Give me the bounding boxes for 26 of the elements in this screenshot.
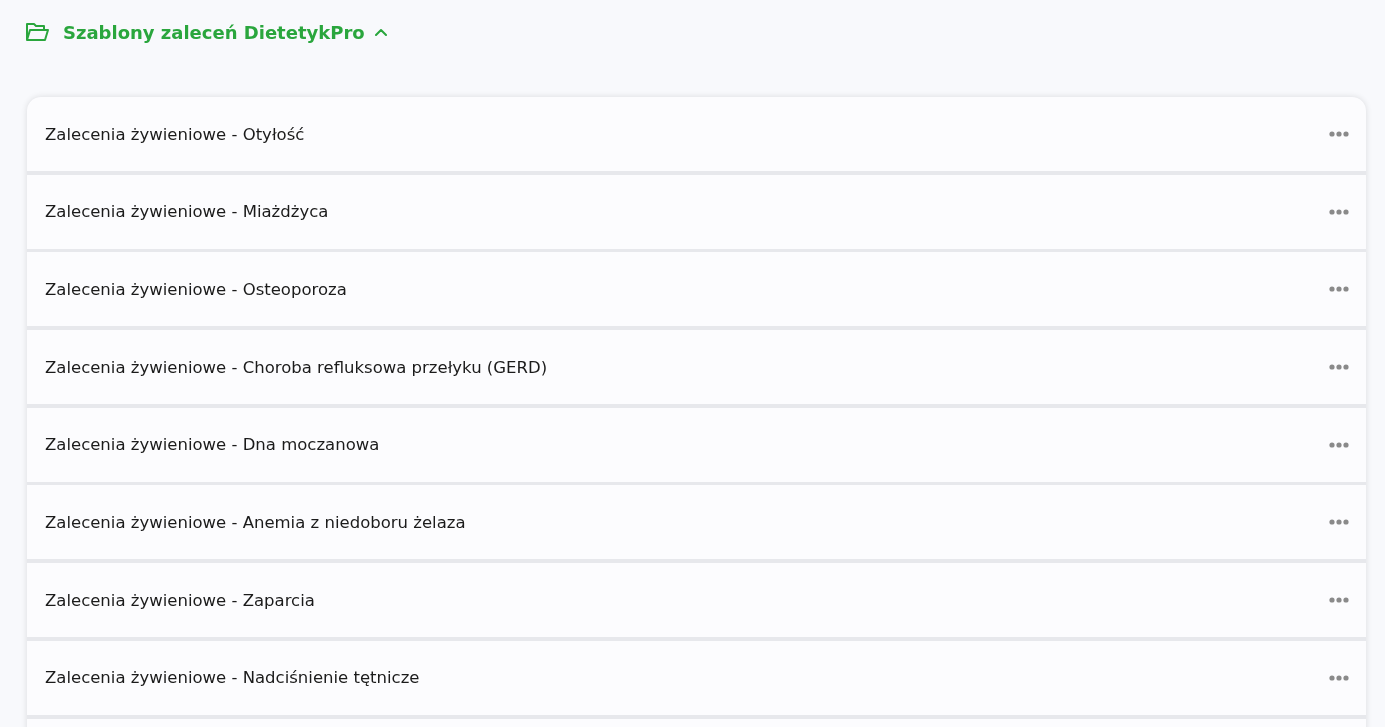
template-row[interactable]: Zalecenia żywieniowe - Nadciśnienie tętnicze — [27, 640, 1366, 715]
more-options-icon[interactable] — [1329, 286, 1349, 293]
template-row[interactable]: Zalecenia żywieniowe - Miażdżyca — [27, 174, 1366, 249]
template-title: Zalecenia żywieniowe - Choroba refluksowa przełyku (GERD) — [45, 357, 548, 377]
more-options-icon[interactable] — [1329, 674, 1349, 681]
template-row[interactable]: Zalecenia żywieniowe - Choroba refluksowa przełyku (GERD) — [27, 330, 1366, 405]
template-row[interactable]: Zalecenia żywieniowe - Zaparcia — [27, 563, 1366, 638]
template-title: Zalecenia żywieniowe - Miażdżyca — [45, 202, 329, 222]
more-options-icon[interactable] — [1329, 208, 1349, 215]
template-title: Zalecenia żywieniowe - Zaparcia — [45, 590, 315, 610]
more-options-icon[interactable] — [1329, 519, 1349, 526]
more-options-icon[interactable] — [1329, 441, 1349, 448]
more-options-icon[interactable] — [1329, 597, 1349, 604]
template-row[interactable]: Zalecenia żywieniowe - Otyłość — [27, 97, 1366, 171]
folder-icon — [25, 21, 49, 43]
template-row[interactable]: Zalecenia żywieniowe - Dna moczanowa — [27, 407, 1366, 482]
template-title: Zalecenia żywieniowe - Nadciśnienie tętnicze — [45, 668, 420, 688]
template-title: Zalecenia żywieniowe - Anemia z niedoboru żelaza — [45, 512, 466, 532]
more-options-icon[interactable] — [1329, 131, 1349, 137]
template-title: Zalecenia żywieniowe - Osteoporoza — [45, 279, 347, 299]
template-row[interactable]: Zalecenia żywieniowe - Osteoporoza — [27, 252, 1366, 327]
caret-icon[interactable] — [374, 28, 387, 36]
template-row[interactable]: Zalecenia żywieniowe - Anemia z niedoboru żelaza — [27, 485, 1366, 560]
template-title: Zalecenia żywieniowe - Otyłość — [45, 124, 305, 144]
template-title: Zalecenia żywieniowe - Dna moczanowa — [45, 435, 380, 455]
more-options-icon[interactable] — [1329, 364, 1349, 371]
